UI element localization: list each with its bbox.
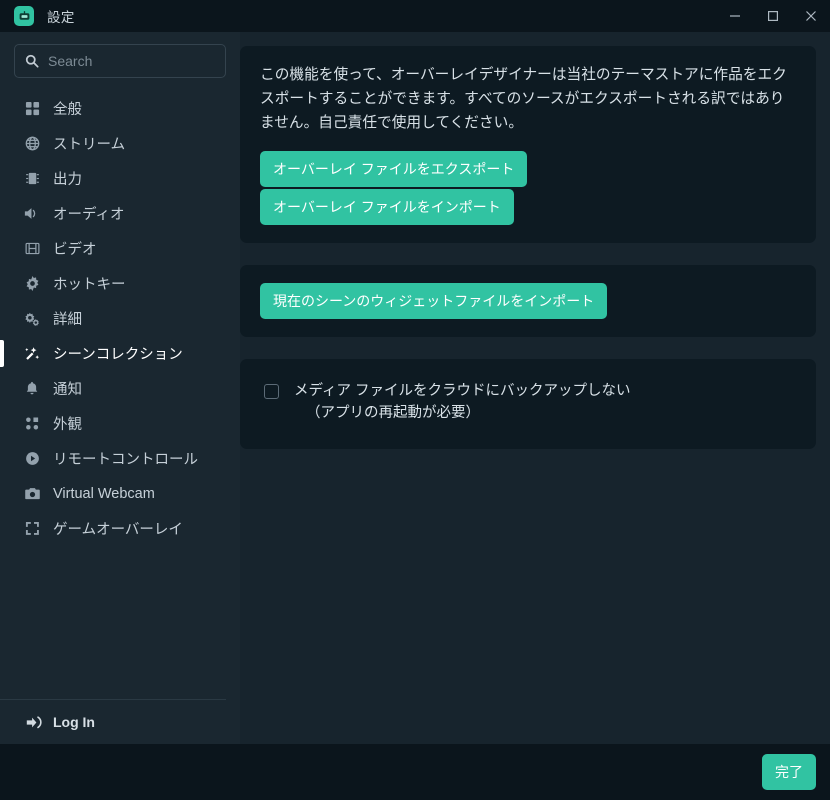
sidebar: 全般 ストリーム 出力: [0, 32, 240, 744]
media-backup-label: メディア ファイルをクラウドにバックアップしない （アプリの再起動が必要）: [294, 381, 631, 425]
close-icon[interactable]: [792, 0, 830, 32]
overlay-description: この機能を使って、オーバーレイデザイナーは当社のテーマストアに作品をエクスポート…: [260, 67, 787, 131]
sidebar-item-game-overlay[interactable]: ゲームオーバーレイ: [0, 511, 240, 546]
sidebar-item-advanced[interactable]: 詳細: [0, 301, 240, 336]
sidebar-item-label: ストリーム: [53, 137, 126, 153]
magic-wand-icon: [22, 346, 42, 362]
sidebar-item-label: オーディオ: [53, 207, 125, 223]
grid-icon: [22, 101, 42, 116]
sidebar-item-video[interactable]: ビデオ: [0, 231, 240, 266]
export-overlay-button[interactable]: オーバーレイ ファイルをエクスポート: [260, 151, 528, 188]
sidebar-item-output[interactable]: 出力: [0, 161, 240, 196]
overlay-button-stack: オーバーレイ ファイルをエクスポート オーバーレイ ファイルをインポート: [260, 151, 796, 226]
sidebar-item-remote-control[interactable]: リモートコントロール: [0, 441, 240, 476]
dots-grid-icon: [22, 416, 42, 431]
search-container: [0, 32, 240, 78]
sidebar-item-notifications[interactable]: 通知: [0, 371, 240, 406]
film-icon: [22, 241, 42, 256]
title-bar: 設定: [0, 0, 830, 32]
minimize-icon[interactable]: [716, 0, 754, 32]
media-backup-checkbox[interactable]: [264, 384, 279, 400]
settings-window: 設定 Search 全般 ストリーム 出力 オーディオ ビデオ ホットキー 詳細…: [0, 0, 830, 800]
sidebar-nav: 全般 ストリーム 出力 オーディオ ビデオ ホットキー 詳細 シーンコレクション…: [0, 91, 240, 546]
sidebar-item-scene-collection[interactable]: シーンコレクション: [0, 336, 240, 371]
play-circle-icon: [22, 451, 42, 466]
import-overlay-button[interactable]: オーバーレイ ファイルをインポート: [260, 189, 514, 226]
speaker-icon: [22, 206, 42, 221]
sidebar-item-hotkeys[interactable]: ホットキー: [0, 266, 240, 301]
login-button[interactable]: Log In: [0, 700, 240, 744]
done-button[interactable]: 完了: [762, 754, 816, 790]
sidebar-item-label: シーンコレクション: [53, 347, 183, 363]
search-icon: [25, 54, 39, 68]
media-backup-row: メディア ファイルをクラウドにバックアップしない （アプリの再起動が必要）: [260, 377, 796, 431]
sidebar-item-stream[interactable]: ストリーム: [0, 126, 240, 161]
media-backup-label-line1: メディア ファイルをクラウドにバックアップしない: [294, 383, 631, 400]
window-body: 全般 ストリーム 出力: [0, 32, 830, 744]
bell-icon: [22, 381, 42, 396]
gears-icon: [22, 311, 42, 326]
sidebar-item-label: 詳細: [53, 312, 82, 328]
search-box[interactable]: [14, 44, 226, 78]
sidebar-item-label: 外観: [53, 417, 82, 433]
overlay-export-card: この機能を使って、オーバーレイデザイナーは当社のテーマストアに作品をエクスポート…: [240, 46, 816, 244]
window-controls: [716, 0, 830, 32]
sidebar-item-virtual-webcam[interactable]: Virtual Webcam: [0, 476, 240, 511]
widget-import-card: 現在のシーンのウィジェットファイルをインポート: [240, 265, 816, 338]
expand-icon: [22, 521, 42, 536]
sidebar-item-label: リモートコントロール: [53, 452, 198, 468]
sidebar-item-label: Virtual Webcam: [53, 485, 155, 502]
maximize-icon[interactable]: [754, 0, 792, 32]
sidebar-item-label: 通知: [53, 382, 82, 398]
media-backup-card: メディア ファイルをクラウドにバックアップしない （アプリの再起動が必要）: [240, 359, 816, 449]
login-arrow-icon: [26, 715, 42, 728]
search-input[interactable]: [48, 53, 215, 69]
sidebar-item-label: ゲームオーバーレイ: [53, 522, 183, 538]
sidebar-item-general[interactable]: 全般: [0, 91, 240, 126]
sidebar-item-label: 出力: [53, 172, 82, 188]
streamlabs-logo-icon: [14, 6, 34, 26]
sidebar-item-label: ホットキー: [53, 277, 126, 293]
sidebar-item-audio[interactable]: オーディオ: [0, 196, 240, 231]
chip-icon: [22, 171, 42, 186]
sidebar-item-appearance[interactable]: 外観: [0, 406, 240, 441]
import-widget-button[interactable]: 現在のシーンのウィジェットファイルをインポート: [260, 283, 608, 320]
window-title: 設定: [47, 10, 75, 25]
gear-icon: [22, 276, 42, 291]
globe-icon: [22, 136, 42, 151]
media-backup-label-line2: （アプリの再起動が必要）: [306, 405, 480, 422]
camera-icon: [22, 487, 42, 501]
settings-content: この機能を使って、オーバーレイデザイナーは当社のテーマストアに作品をエクスポート…: [240, 32, 830, 744]
sidebar-item-label: ビデオ: [53, 242, 97, 258]
login-label: Log In: [53, 714, 95, 730]
sidebar-item-label: 全般: [53, 102, 82, 118]
footer-bar: 完了: [0, 744, 830, 800]
